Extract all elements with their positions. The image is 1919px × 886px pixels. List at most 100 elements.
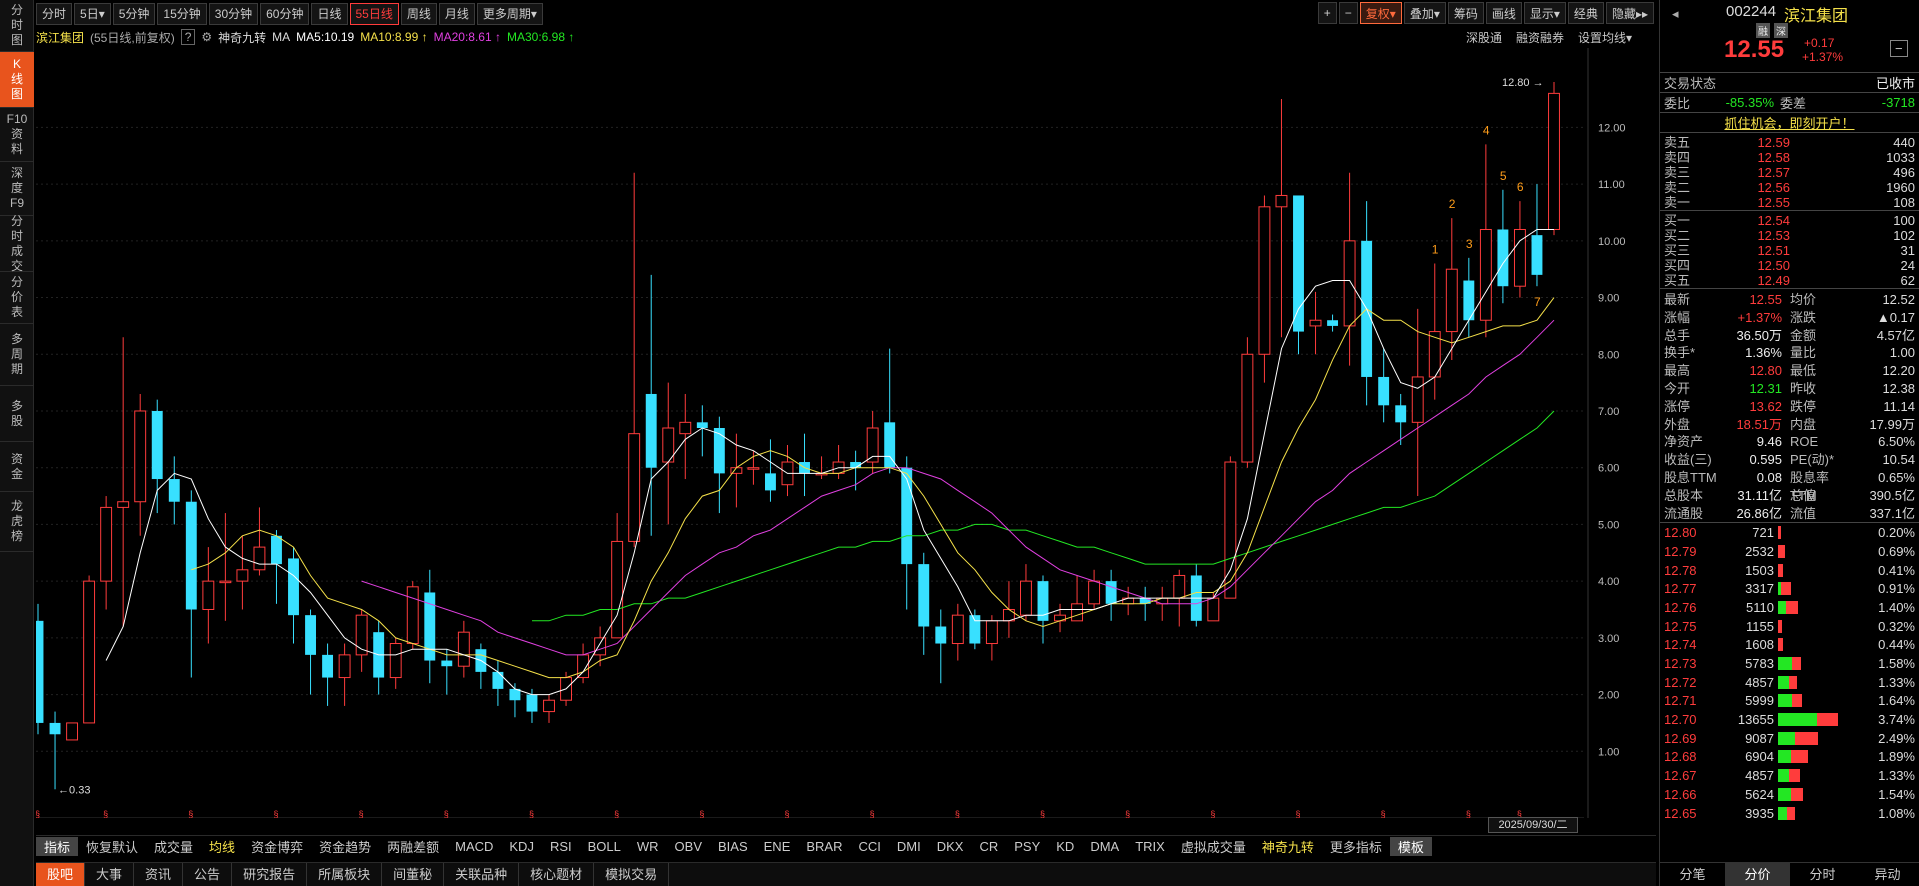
period-btn-0[interactable]: 分时 (36, 2, 73, 25)
bottom-nav-0[interactable]: 股吧 (36, 862, 86, 886)
bottom-nav-7[interactable]: 关联品种 (444, 862, 520, 886)
bottom-nav-1[interactable]: 大事 (85, 862, 135, 886)
indicator-tab-6[interactable]: 两融差额 (379, 837, 447, 856)
bottom-nav-9[interactable]: 模拟交易 (594, 862, 670, 886)
left-tab-8[interactable]: 资金 (0, 442, 34, 492)
collapse-button[interactable]: − (1890, 40, 1908, 57)
indicator-tab-12[interactable]: OBV (667, 839, 710, 854)
period-btn-7[interactable]: 55日线 (349, 2, 399, 25)
dist-volume: 13655 (1737, 712, 1774, 728)
indicator-tab-17[interactable]: DMI (889, 839, 929, 854)
bottom-nav-2[interactable]: 资讯 (134, 862, 184, 886)
bottom-nav-4[interactable]: 研究报告 (232, 862, 308, 886)
indicator-tab-5[interactable]: 资金趋势 (311, 837, 379, 856)
indicator-tab-3[interactable]: 均线 (201, 837, 243, 856)
bottom-nav-8[interactable]: 核心题材 (519, 862, 595, 886)
left-tab-0[interactable]: 分时图 (0, 0, 34, 52)
period-btn-9[interactable]: 月线 (438, 2, 475, 25)
scroll-up-icon[interactable]: ◂ (1672, 6, 1679, 22)
tool-btn-5[interactable]: 画线 (1485, 2, 1522, 24)
candle (492, 660, 504, 706)
help-icon[interactable]: ? (180, 29, 196, 45)
indicator-tab-4[interactable]: 资金博弈 (243, 837, 311, 856)
indicator-tab-9[interactable]: RSI (542, 839, 580, 854)
bottom-nav-3[interactable]: 公告 (183, 862, 233, 886)
indicator-tab-20[interactable]: PSY (1006, 839, 1048, 854)
event-marker-icon: § (1466, 809, 1471, 818)
indicator-tab-1[interactable]: 恢复默认 (78, 837, 146, 856)
quote-tab-0[interactable]: 分笔 (1660, 863, 1725, 886)
bottom-nav-5[interactable]: 所属板块 (307, 862, 383, 886)
quote-tab-2[interactable]: 分时 (1790, 863, 1855, 886)
indicator-tab-2[interactable]: 成交量 (146, 837, 201, 856)
quote-tab-1[interactable]: 分价 (1725, 863, 1790, 886)
kline-chart[interactable]: 12.00 11.00 10.00 9.00 8.00 7.00 6.00 5.00 4.00 3… (36, 48, 1656, 818)
tool-btn-3[interactable]: 叠加▾ (1403, 2, 1446, 24)
left-tab-5[interactable]: 分价表 (0, 272, 34, 324)
link-rongzi[interactable]: 融资融券 (1516, 29, 1564, 46)
indicator-tab-21[interactable]: KD (1048, 839, 1082, 854)
indicator-tab-26[interactable]: 更多指标 (1322, 837, 1390, 856)
candle (389, 637, 402, 689)
bids-volume: 31 (1900, 243, 1915, 258)
tool-btn-0[interactable]: + (1317, 2, 1337, 24)
indicator-tab-22[interactable]: DMA (1082, 839, 1127, 854)
event-marker-icon: § (699, 809, 704, 818)
indicator-tab-7[interactable]: MACD (447, 839, 501, 854)
indicator-tab-8[interactable]: KDJ (501, 839, 542, 854)
indicator-tab-0[interactable]: 指标 (36, 837, 79, 856)
stock-name-label[interactable]: 滨江集团 (36, 29, 84, 46)
tool-btn-8[interactable]: 隐藏▸▸ (1605, 2, 1654, 24)
indicator-tab-27[interactable]: 模板 (1389, 837, 1432, 856)
tool-btn-6[interactable]: 显示▾ (1523, 2, 1566, 24)
indicator-tab-14[interactable]: ENE (756, 839, 799, 854)
period-btn-5[interactable]: 60分钟 (260, 2, 310, 25)
tool-btn-4[interactable]: 筹码 (1447, 2, 1484, 24)
indicator-tab-15[interactable]: BRAR (798, 839, 850, 854)
left-tab-9[interactable]: 龙虎榜 (0, 492, 34, 552)
indicator-tab-10[interactable]: BOLL (580, 839, 629, 854)
indicator-tab-25[interactable]: 神奇九转 (1254, 837, 1322, 856)
event-marker-icon: § (1381, 809, 1386, 818)
candle (338, 643, 351, 706)
weibi-row: 委比 -85.35% 委差 -3718 (1660, 92, 1919, 112)
dist-price: 12.77 (1664, 581, 1697, 597)
link-set-ma[interactable]: 设置均线▾ (1578, 29, 1632, 46)
indicator-tab-13[interactable]: BIAS (710, 839, 756, 854)
last-price: 12.55 (1724, 36, 1785, 63)
period-btn-4[interactable]: 30分钟 (208, 2, 259, 25)
indicator-tab-19[interactable]: CR (971, 839, 1006, 854)
indicator-tab-18[interactable]: DKX (929, 839, 972, 854)
period-btn-1[interactable]: 5日▾ (74, 2, 111, 25)
period-btn-8[interactable]: 周线 (400, 2, 437, 25)
promo-link[interactable]: 抓住机会，即刻开户！ (1724, 113, 1854, 132)
tool-btn-2[interactable]: 复权▾ (1359, 2, 1402, 24)
indicator-tab-24[interactable]: 虚拟成交量 (1173, 837, 1254, 856)
bottom-nav-6[interactable]: 间董秘 (382, 862, 445, 886)
tool-btn-1[interactable]: − (1338, 2, 1358, 24)
tool-btn-7[interactable]: 经典 (1567, 2, 1604, 24)
jiuzhuan-label[interactable]: 神奇九转 (218, 29, 266, 46)
period-btn-2[interactable]: 5分钟 (112, 2, 156, 25)
indicator-tab-16[interactable]: CCI (851, 839, 889, 854)
left-tab-6[interactable]: 多周期 (0, 324, 34, 386)
left-tab-3[interactable]: 深度F9 (0, 162, 34, 216)
dist-bar-sell (1817, 713, 1838, 727)
indicator-tab-23[interactable]: TRIX (1127, 839, 1173, 854)
link-shenguotong[interactable]: 深股通 (1466, 29, 1502, 46)
indicator-tab-11[interactable]: WR (629, 839, 667, 854)
period-btn-10[interactable]: 更多周期▾ (476, 2, 543, 25)
asks-row: 卖五 12.59 440 (1660, 135, 1919, 150)
left-tab-2[interactable]: F10资料 (0, 108, 34, 162)
period-btn-3[interactable]: 15分钟 (157, 2, 207, 25)
period-btn-6[interactable]: 日线 (311, 2, 348, 25)
dist-bar-sell (1795, 731, 1819, 745)
left-tab-7[interactable]: 多股 (0, 386, 34, 442)
gear-icon[interactable]: ⚙ (201, 30, 212, 44)
candle (1037, 575, 1049, 644)
stat-row: 涨停 13.62 跌停 11.14 (1660, 398, 1919, 416)
quote-tab-3[interactable]: 异动 (1855, 863, 1919, 886)
left-tab-1[interactable]: K线图 (0, 52, 34, 108)
left-tab-4[interactable]: 分时成交 (0, 214, 34, 273)
dist-bar-sell (1778, 544, 1786, 558)
